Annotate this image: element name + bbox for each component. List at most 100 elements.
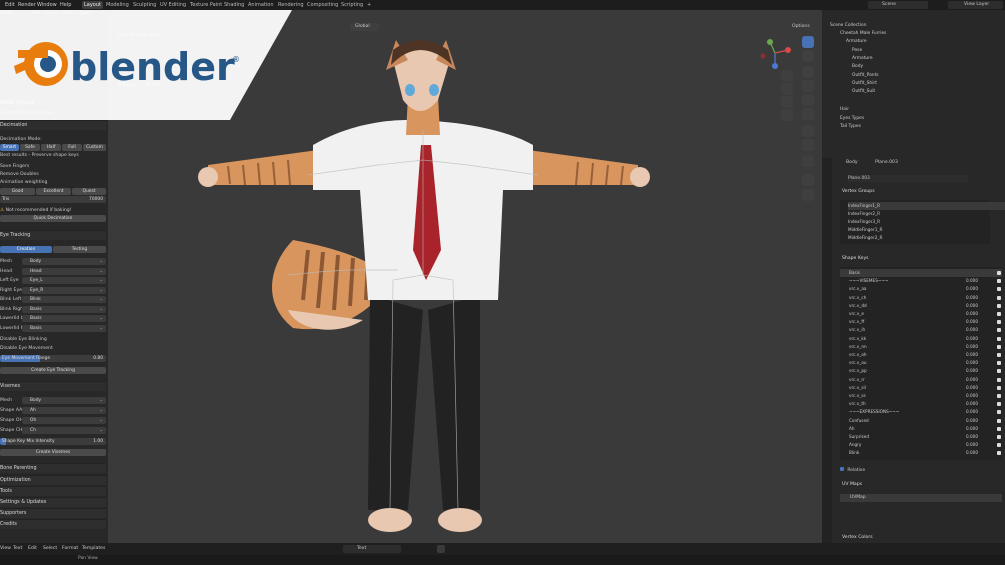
shape-key-mute-checkbox[interactable] [997,295,1001,300]
shape-key-row[interactable]: vrc.v_pp 0.000 [840,367,1002,375]
tools-header[interactable]: Tools [0,486,106,496]
shape-key-mute-checkbox[interactable] [997,271,1001,275]
shape-key-row[interactable]: Surprised 0.000 [840,433,1002,441]
outliner-item[interactable]: Hair [840,106,1004,114]
shape-key-mute-checkbox[interactable] [997,402,1001,407]
shape-key-mute-checkbox[interactable] [997,394,1001,398]
menu-text[interactable]: Text [13,545,22,553]
settings-updates-header[interactable]: Settings & Updates [0,497,106,507]
run-script-icon[interactable] [437,545,445,553]
shape-key-mute-checkbox[interactable] [997,435,1001,439]
quick-decimation-button[interactable]: Quick Decimation [0,215,106,222]
shape-key-mute-checkbox[interactable] [997,279,1001,284]
vertex-group-item[interactable]: IndexFinger3_R [848,218,1005,226]
shape-key-mute-checkbox[interactable] [997,328,1001,333]
create-eye-tracking-button[interactable]: Create Eye Tracking [0,367,106,374]
eye-row-field[interactable]: Eye_L ⌄ [22,277,106,284]
edit-tool-icon[interactable] [802,174,814,186]
shape-key-row[interactable]: vrc.v_ff 0.000 [840,318,1002,326]
shape-key-mute-checkbox[interactable] [997,385,1001,390]
zoom-icon[interactable] [781,70,793,82]
shape-key-mute-checkbox[interactable] [997,303,1001,308]
outliner-item[interactable]: Armature [846,38,1004,46]
create-visemes-button[interactable]: Create Visemes [0,449,106,456]
viseme-row-field[interactable]: Ch ⌄ [22,427,106,434]
save-fingers-checkbox[interactable]: Save Fingers [0,163,106,170]
shape-key-mute-checkbox[interactable] [997,426,1001,431]
visemes-header[interactable]: Visemes [0,381,106,391]
shape-key-row[interactable]: Basis [840,269,1002,277]
shape-key-mute-checkbox[interactable] [997,369,1001,374]
outliner-item[interactable]: Cheetah Male Furries [840,30,1004,38]
viseme-row-field[interactable]: Ah ⌄ [22,407,106,414]
decimation-custom[interactable]: Custom [83,144,106,151]
breadcrumb-object[interactable]: Body [846,160,858,165]
shape-key-mute-checkbox[interactable] [997,443,1001,448]
shape-key-row[interactable]: vrc.v_sil 0.000 [840,384,1002,392]
shape-key-value[interactable]: 0.000 [966,417,978,425]
shape-key-row[interactable]: Confused 0.000 [840,417,1002,425]
shape-key-value[interactable]: 0.000 [966,277,978,285]
brush-tool-icon[interactable] [802,189,814,201]
shape-key-value[interactable]: 0.000 [966,367,978,375]
text-block-selector[interactable]: Text [343,545,401,553]
shape-key-row[interactable]: ~~~EXPRESSIONS~~~ 0.000 [840,408,1002,416]
scene-collection[interactable]: Scene Collection [830,22,1000,30]
shape-key-mute-checkbox[interactable] [997,312,1001,316]
eye-tracking-header[interactable]: Eye Tracking [0,230,106,240]
transform-tool-icon[interactable] [802,108,814,120]
bone-parenting-header[interactable]: Bone Parenting [0,463,106,473]
shape-key-row[interactable]: vrc.v_ss 0.000 [840,392,1002,400]
vertex-group-item[interactable]: MiddleFinger2_R [848,234,1005,242]
shape-keys-header[interactable]: Shape Keys [842,254,869,263]
uv-maps-header[interactable]: UV Maps [842,480,862,489]
decimation-header[interactable]: Decimation [0,120,106,130]
shape-key-mute-checkbox[interactable] [997,287,1001,292]
shape-key-row[interactable]: vrc.v_e 0.000 [840,310,1002,318]
eye-row-field[interactable]: Body ⌄ [22,258,106,265]
scene-selector[interactable]: Scene [868,1,928,9]
tab-eye-creation[interactable]: Creation [0,246,52,253]
shape-key-row[interactable]: vrc.v_aa 0.000 [840,285,1002,293]
shape-key-row[interactable]: vrc.v_nn 0.000 [840,343,1002,351]
scale-tool-icon[interactable] [802,94,814,106]
shape-key-row[interactable]: Ah 0.000 [840,425,1002,433]
supporters-header[interactable]: Supporters [0,508,106,518]
vertex-group-item[interactable]: IndexFinger2_R [848,210,1005,218]
viewport-options[interactable]: Options [792,23,814,31]
measure-tool-icon[interactable] [802,139,814,151]
shape-key-mute-checkbox[interactable] [997,336,1001,341]
rotate-tool-icon[interactable] [802,80,814,92]
tab-scripting[interactable]: Scripting [339,1,365,9]
shape-key-value[interactable]: 0.000 [966,384,978,392]
shape-key-value[interactable]: 0.000 [966,318,978,326]
tab-uv-editing[interactable]: UV Editing [158,1,188,9]
tab-rendering[interactable]: Rendering [276,1,306,9]
menu-text-edit[interactable]: Edit [28,545,37,553]
viseme-row-field[interactable]: Oh ⌄ [22,417,106,424]
outliner-item[interactable]: Eyes Types [840,115,1004,123]
animation-weighting-checkbox[interactable]: Animation weighting [0,179,106,186]
annotate-tool-icon[interactable] [802,125,814,137]
relative-checkbox[interactable]: Relative [840,467,865,473]
shape-key-value[interactable]: 0.000 [966,400,978,408]
decimation-smart[interactable]: Smart [0,144,19,151]
menu-edit[interactable]: Edit [5,1,15,9]
disable-eye-movement-checkbox[interactable]: Disable Eye Movement [0,345,106,352]
shape-key-row[interactable]: vrc.v_rr 0.000 [840,376,1002,384]
tab-eye-testing[interactable]: Testing [53,246,106,253]
menu-window[interactable]: Window [37,1,57,9]
outliner-item[interactable]: Pose [852,47,1004,55]
shape-key-mute-checkbox[interactable] [997,451,1001,456]
quality-excellent[interactable]: Excellent [36,188,71,195]
mesh-name-field[interactable]: Plane.003 [848,175,968,182]
eye-row-field[interactable]: Basis ⌄ [22,305,106,313]
shape-key-value[interactable]: 0.000 [966,302,978,310]
optimization-header[interactable]: Optimization [0,475,106,485]
eye-movement-range-slider[interactable]: Eye Movement Range 0.80 [0,355,106,362]
vertex-colors-header[interactable]: Vertex Colors [842,533,873,542]
cursor-tool-icon[interactable] [802,50,814,62]
shape-key-value[interactable]: 0.000 [966,441,978,449]
tab-shading[interactable]: Shading [222,1,246,9]
tab-texture-paint[interactable]: Texture Paint [188,1,224,9]
